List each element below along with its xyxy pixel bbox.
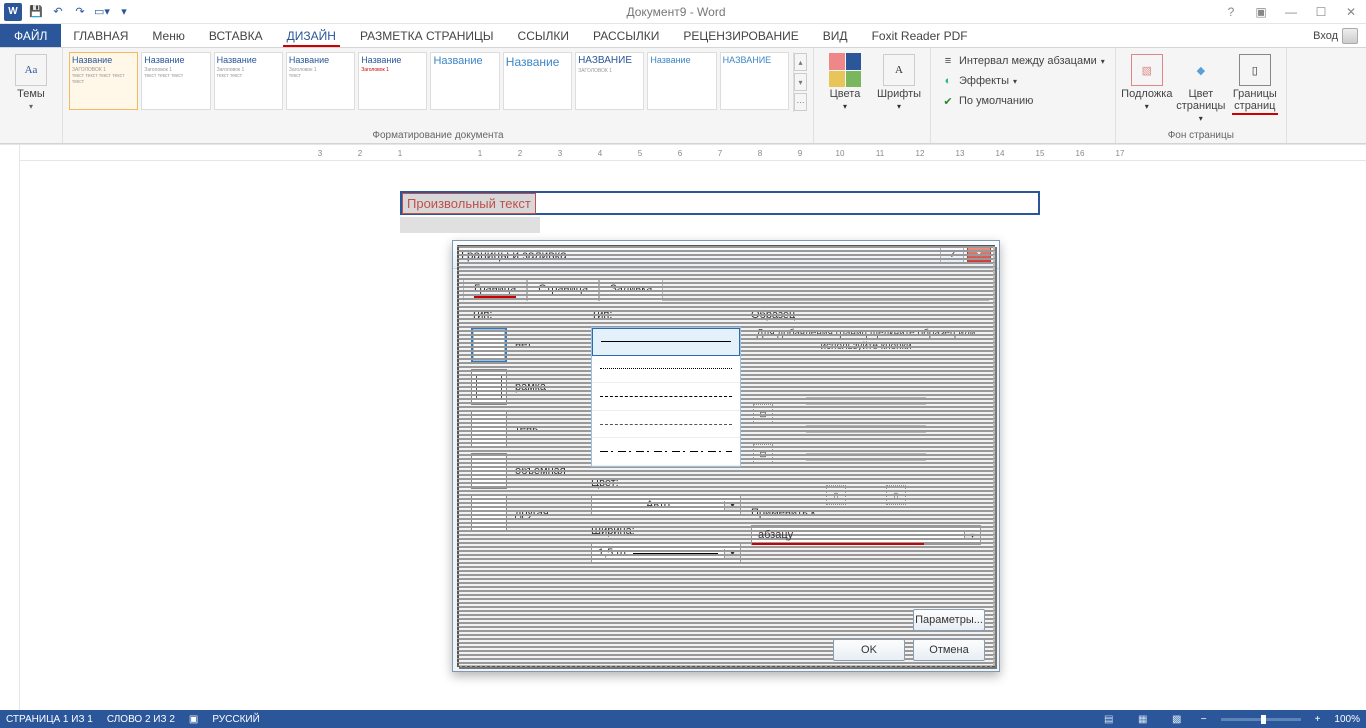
view-read-icon[interactable]: ▤: [1099, 712, 1119, 726]
style-thumb[interactable]: НазваниеЗаголовок 1текст текст текст: [141, 52, 210, 110]
ribbon-group-formatting: НазваниеЗАГОЛОВОК 1текст текст текст тек…: [63, 48, 814, 143]
tab-layout[interactable]: РАЗМЕТКА СТРАНИЦЫ: [348, 24, 506, 47]
watermark-icon: ▧: [1131, 54, 1163, 86]
vertical-ruler[interactable]: [0, 145, 20, 710]
line-style-list[interactable]: [591, 327, 741, 467]
signin-label: Вход: [1313, 30, 1338, 42]
page-borders-icon: ▯: [1239, 54, 1271, 86]
style-thumb[interactable]: НАЗВАНИЕ: [720, 52, 789, 110]
ribbon-group-page-background: ▧ Подложка▾ ◆ Цвет страницы▾ ▯ Границы с…: [1116, 48, 1287, 143]
undo-icon[interactable]: ↶: [50, 4, 66, 20]
tab-home[interactable]: ГЛАВНАЯ: [61, 24, 140, 47]
ribbon-options-icon[interactable]: ▣: [1250, 3, 1272, 21]
gallery-more[interactable]: ▴▾⋯: [793, 52, 807, 112]
ribbon-group-options: ≡Интервал между абзацами▾ ◐Эффекты▾ ✔По …: [931, 48, 1116, 143]
spacing-icon: ≡: [941, 54, 955, 68]
themes-icon: Aa: [15, 54, 47, 86]
status-language[interactable]: РУССКИЙ: [212, 714, 259, 725]
status-words[interactable]: СЛОВО 2 ИЗ 2: [107, 714, 175, 725]
status-bar: СТРАНИЦА 1 ИЗ 1 СЛОВО 2 ИЗ 2 ▣ РУССКИЙ ▤…: [0, 710, 1366, 728]
view-print-icon[interactable]: ▦: [1133, 712, 1153, 726]
help-icon[interactable]: ?: [1220, 3, 1242, 21]
window-title: Документ9 - Word: [132, 5, 1220, 19]
minimize-icon[interactable]: —: [1280, 3, 1302, 21]
selection-shadow: [400, 217, 540, 233]
colors-icon: [829, 54, 861, 86]
page-color-icon: ◆: [1185, 54, 1217, 86]
fonts-icon: A: [883, 54, 915, 86]
signin-area[interactable]: Вход: [1305, 24, 1366, 47]
ok-button[interactable]: OK: [833, 639, 905, 661]
effects-icon: ◐: [941, 74, 955, 88]
text-border-box[interactable]: Произвольный текст: [400, 191, 1040, 215]
page-borders-button[interactable]: ▯ Границы страниц: [1230, 52, 1280, 114]
zoom-out-icon[interactable]: −: [1201, 714, 1207, 725]
check-icon: ✔: [941, 94, 955, 108]
qat-customize-icon[interactable]: ▾: [116, 4, 132, 20]
save-icon[interactable]: 💾: [28, 4, 44, 20]
new-doc-icon[interactable]: ▭▾: [94, 4, 110, 20]
tab-review[interactable]: РЕЦЕНЗИРОВАНИЕ: [671, 24, 810, 47]
options-button[interactable]: Параметры...: [913, 609, 985, 631]
selected-text[interactable]: Произвольный текст: [402, 193, 536, 214]
redo-icon[interactable]: ↷: [72, 4, 88, 20]
style-thumb[interactable]: НазваниеЗаголовок 1: [358, 52, 427, 110]
word-app-icon: W: [4, 3, 22, 21]
borders-dialog: Границы и заливка ? ✕ Граница Страница З…: [452, 240, 1000, 672]
zoom-in-icon[interactable]: +: [1315, 714, 1321, 725]
horizontal-ruler[interactable]: 3211234567891011121314151617: [20, 145, 1366, 161]
fonts-button[interactable]: A Шрифты▾: [874, 52, 924, 113]
ribbon: Aa Темы ▾ НазваниеЗАГОЛОВОК 1текст текст…: [0, 48, 1366, 144]
avatar-icon: [1342, 28, 1358, 44]
close-icon[interactable]: ✕: [1340, 3, 1362, 21]
style-thumb[interactable]: НАЗВАНИЕЗАГОЛОВОК 1: [575, 52, 644, 110]
status-proof-icon[interactable]: ▣: [189, 714, 198, 725]
status-page[interactable]: СТРАНИЦА 1 ИЗ 1: [6, 714, 93, 725]
file-tab[interactable]: ФАЙЛ: [0, 24, 61, 47]
style-thumb[interactable]: НазваниеЗАГОЛОВОК 1текст текст текст тек…: [69, 52, 138, 110]
tab-references[interactable]: ССЫЛКИ: [506, 24, 581, 47]
zoom-slider[interactable]: [1221, 718, 1301, 721]
border-custom-icon: [471, 495, 507, 531]
tab-view[interactable]: ВИД: [811, 24, 860, 47]
tab-foxit[interactable]: Foxit Reader PDF: [860, 24, 980, 47]
style-thumb[interactable]: Название: [503, 52, 572, 110]
style-thumb[interactable]: НазваниеЗаголовок 1текст текст: [214, 52, 283, 110]
quick-access-toolbar: 💾 ↶ ↷ ▭▾ ▾: [28, 4, 132, 20]
tab-menu[interactable]: Меню: [140, 24, 196, 47]
style-thumb[interactable]: Название: [647, 52, 716, 110]
watermark-button[interactable]: ▧ Подложка▾: [1122, 52, 1172, 113]
tab-design[interactable]: ДИЗАЙН: [275, 24, 348, 47]
tab-mailings[interactable]: РАССЫЛКИ: [581, 24, 671, 47]
ribbon-group-colors-fonts: Цвета▾ A Шрифты▾: [814, 48, 931, 143]
maximize-icon[interactable]: ☐: [1310, 3, 1332, 21]
style-thumb[interactable]: НазваниеЗаголовок 1текст: [286, 52, 355, 110]
zoom-value[interactable]: 100%: [1334, 714, 1360, 725]
style-thumb[interactable]: Название: [430, 52, 499, 110]
cancel-button[interactable]: Отмена: [913, 639, 985, 661]
tab-insert[interactable]: ВСТАВКА: [197, 24, 275, 47]
colors-button[interactable]: Цвета▾: [820, 52, 870, 113]
titlebar: W 💾 ↶ ↷ ▭▾ ▾ Документ9 - Word ? ▣ — ☐ ✕: [0, 0, 1366, 24]
page-color-button[interactable]: ◆ Цвет страницы▾: [1176, 52, 1226, 125]
paragraph-spacing-button[interactable]: ≡Интервал между абзацами▾: [937, 52, 1109, 70]
set-default-button[interactable]: ✔По умолчанию: [937, 92, 1109, 110]
ribbon-tabs: ФАЙЛ ГЛАВНАЯ Меню ВСТАВКА ДИЗАЙН РАЗМЕТК…: [0, 24, 1366, 48]
style-gallery[interactable]: НазваниеЗАГОЛОВОК 1текст текст текст тек…: [69, 52, 789, 116]
themes-button[interactable]: Aa Темы ▾: [6, 52, 56, 113]
border-type-custom[interactable]: другая: [471, 495, 581, 531]
ribbon-group-themes: Aa Темы ▾: [0, 48, 63, 143]
view-web-icon[interactable]: ▩: [1167, 712, 1187, 726]
effects-button[interactable]: ◐Эффекты▾: [937, 72, 1109, 90]
window-controls: ? ▣ — ☐ ✕: [1220, 3, 1362, 21]
